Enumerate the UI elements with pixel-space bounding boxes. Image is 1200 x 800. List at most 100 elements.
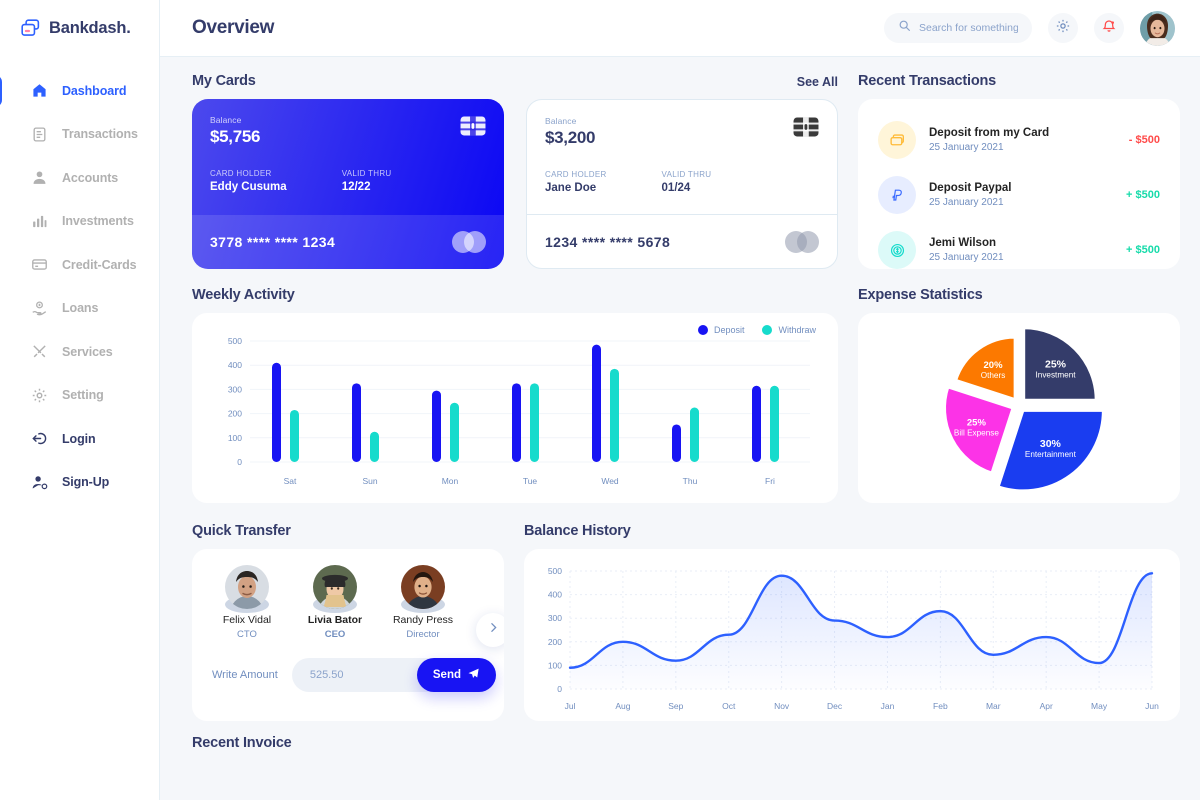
svg-text:Mar: Mar	[986, 701, 1001, 711]
sidebar-item-dashboard[interactable]: Dashboard	[0, 69, 159, 113]
card-valid-value: 01/24	[661, 182, 691, 194]
legend-label-withdraw: Withdraw	[778, 325, 816, 335]
svg-text:Investment: Investment	[1035, 370, 1076, 379]
legend-item-withdraw: Withdraw	[762, 325, 816, 335]
card-details: CARD HOLDER Jane Doe VALID THRU 01/24	[527, 148, 837, 194]
avatar[interactable]	[1140, 10, 1175, 46]
brand: Bankdash.	[0, 0, 159, 57]
mastercard-icon	[785, 230, 819, 253]
svg-text:Apr: Apr	[1040, 701, 1053, 711]
card-balance-block: Balance $3,200	[527, 100, 837, 148]
card-holder-value: Jane Doe	[545, 182, 597, 194]
card-valid-label: VALID THRU	[661, 170, 712, 179]
card-balance-block: Balance $5,756	[192, 99, 504, 147]
emv-chip-icon	[793, 117, 819, 137]
legend-dot-deposit	[697, 325, 708, 335]
balance-history-line-chart: 0 100 200 300 400 500 Jul Aug Sep Oct Nov Dec Jan Feb…	[548, 566, 1159, 711]
transaction-date: 25 January 2021	[929, 142, 1004, 153]
svg-text:Entertainment: Entertainment	[1025, 450, 1077, 459]
active-indicator	[0, 75, 2, 107]
contact-avatar	[313, 565, 357, 613]
search-input[interactable]	[919, 22, 1018, 34]
svg-text:Thu: Thu	[683, 476, 698, 486]
card-footer: 1234 **** **** 5678	[527, 214, 837, 268]
weekly-activity-section: Weekly Activity Deposit Withdraw 0 100 2…	[192, 287, 838, 503]
page-title: Overview	[192, 17, 275, 38]
sidebar-item-label: Investments	[62, 214, 134, 229]
main-area: Overview Search for something My Cards S…	[160, 0, 1200, 800]
my-cards-title: My Cards	[192, 73, 256, 89]
contact-avatar	[225, 565, 269, 613]
sidebar-item-services[interactable]: Services	[0, 330, 159, 374]
settings-button[interactable]	[1048, 13, 1078, 43]
quick-transfer-section: Quick Transfer Felix Vidal CTO Livia Bat…	[192, 523, 504, 721]
svg-text:300: 300	[548, 613, 562, 623]
user-plus-icon	[30, 473, 48, 491]
sidebar-item-setting[interactable]: Setting	[0, 374, 159, 418]
card-balance-label: Balance	[210, 115, 242, 125]
transaction-row[interactable]: Deposit from my Card 25 January 2021 - $…	[878, 117, 1160, 163]
transaction-row[interactable]: Jemi Wilson 25 January 2021 + $500	[878, 227, 1160, 273]
card-valid-value: 12/22	[341, 181, 371, 193]
transaction-date: 25 January 2021	[929, 252, 1004, 263]
sidebar-item-investments[interactable]: Investments	[0, 200, 159, 244]
legend-label-deposit: Deposit	[713, 325, 745, 335]
card-holder-label: CARD HOLDER	[210, 169, 272, 178]
sidebar-item-sign-up[interactable]: Sign-Up	[0, 461, 159, 505]
sidebar-item-label: Transactions	[62, 127, 138, 142]
contact-role: CEO	[324, 629, 346, 640]
home-icon	[30, 82, 48, 100]
transaction-title: Jemi Wilson	[929, 237, 996, 249]
chart-legend: Deposit Withdraw	[697, 325, 816, 335]
svg-text:Dec: Dec	[827, 701, 843, 711]
sidebar-item-label: Sign-Up	[62, 475, 110, 490]
sidebar-item-accounts[interactable]: Accounts	[0, 156, 159, 200]
quick-transfer-title: Quick Transfer	[192, 523, 291, 539]
search-box[interactable]	[884, 13, 1032, 43]
user-icon	[30, 169, 48, 187]
gear-icon	[30, 386, 48, 404]
svg-text:Tue: Tue	[523, 476, 538, 486]
balance-history-title: Balance History	[524, 523, 631, 539]
chevron-right-icon	[487, 621, 500, 639]
see-all-link[interactable]: See All	[797, 75, 838, 89]
bank-card[interactable]: Balance $3,200 CARD HOLDER Jane Doe VALI…	[526, 99, 838, 269]
card-details: CARD HOLDER Eddy Cusuma VALID THRU 12/22	[192, 147, 504, 193]
contacts-next-button[interactable]	[476, 613, 504, 647]
transaction-amount: + $500	[1126, 189, 1160, 201]
contact-name: Felix Vidal	[222, 614, 272, 626]
amount-label: Write Amount	[212, 669, 278, 681]
card-holder-block: CARD HOLDER Jane Doe	[545, 170, 607, 194]
recent-transactions-panel: Deposit from my Card 25 January 2021 - $…	[858, 99, 1180, 269]
card-valid-label: VALID THRU	[341, 169, 392, 178]
search-icon	[898, 19, 911, 37]
sidebar-item-loans[interactable]: Loans	[0, 287, 159, 331]
sidebar-item-transactions[interactable]: Transactions	[0, 113, 159, 157]
svg-text:Mon: Mon	[442, 476, 459, 486]
svg-text:Wed: Wed	[601, 476, 619, 486]
contact-avatar	[401, 565, 445, 613]
sidebar-item-credit-cards[interactable]: Credit-Cards	[0, 243, 159, 287]
svg-text:Others: Others	[981, 371, 1006, 380]
sidebar-item-login[interactable]: Login	[0, 417, 159, 461]
contact-item[interactable]: Felix Vidal CTO	[212, 565, 282, 640]
mastercard-icon	[452, 231, 486, 253]
sidebar-item-label: Setting	[62, 388, 104, 403]
svg-text:25%: 25%	[967, 417, 987, 428]
contact-name: Livia Bator	[307, 614, 363, 626]
transaction-row[interactable]: Deposit Paypal 25 January 2021 + $500	[878, 172, 1160, 218]
send-button[interactable]: Send	[416, 658, 496, 692]
contact-name: Randy Press	[392, 614, 454, 626]
notifications-button[interactable]	[1094, 13, 1124, 43]
contact-item[interactable]: Randy Press Director	[388, 565, 458, 640]
hand-money-icon	[30, 299, 48, 317]
card-number: 1234 **** **** 5678	[545, 233, 671, 250]
contact-item-selected[interactable]: Livia Bator CEO	[300, 565, 370, 640]
svg-text:20%: 20%	[984, 360, 1004, 371]
card-valid-block: VALID THRU 12/22	[342, 169, 392, 193]
bank-card[interactable]: Balance $5,756 CARD HOLDER Eddy Cusuma V…	[192, 99, 504, 269]
recent-transactions-title: Recent Transactions	[858, 73, 997, 89]
amount-input-wrap: Send	[291, 658, 496, 692]
quick-transfer-contacts: Felix Vidal CTO Livia Bator CEO Randy Pr…	[208, 565, 488, 640]
quick-transfer-form: Write Amount Send	[208, 658, 496, 692]
